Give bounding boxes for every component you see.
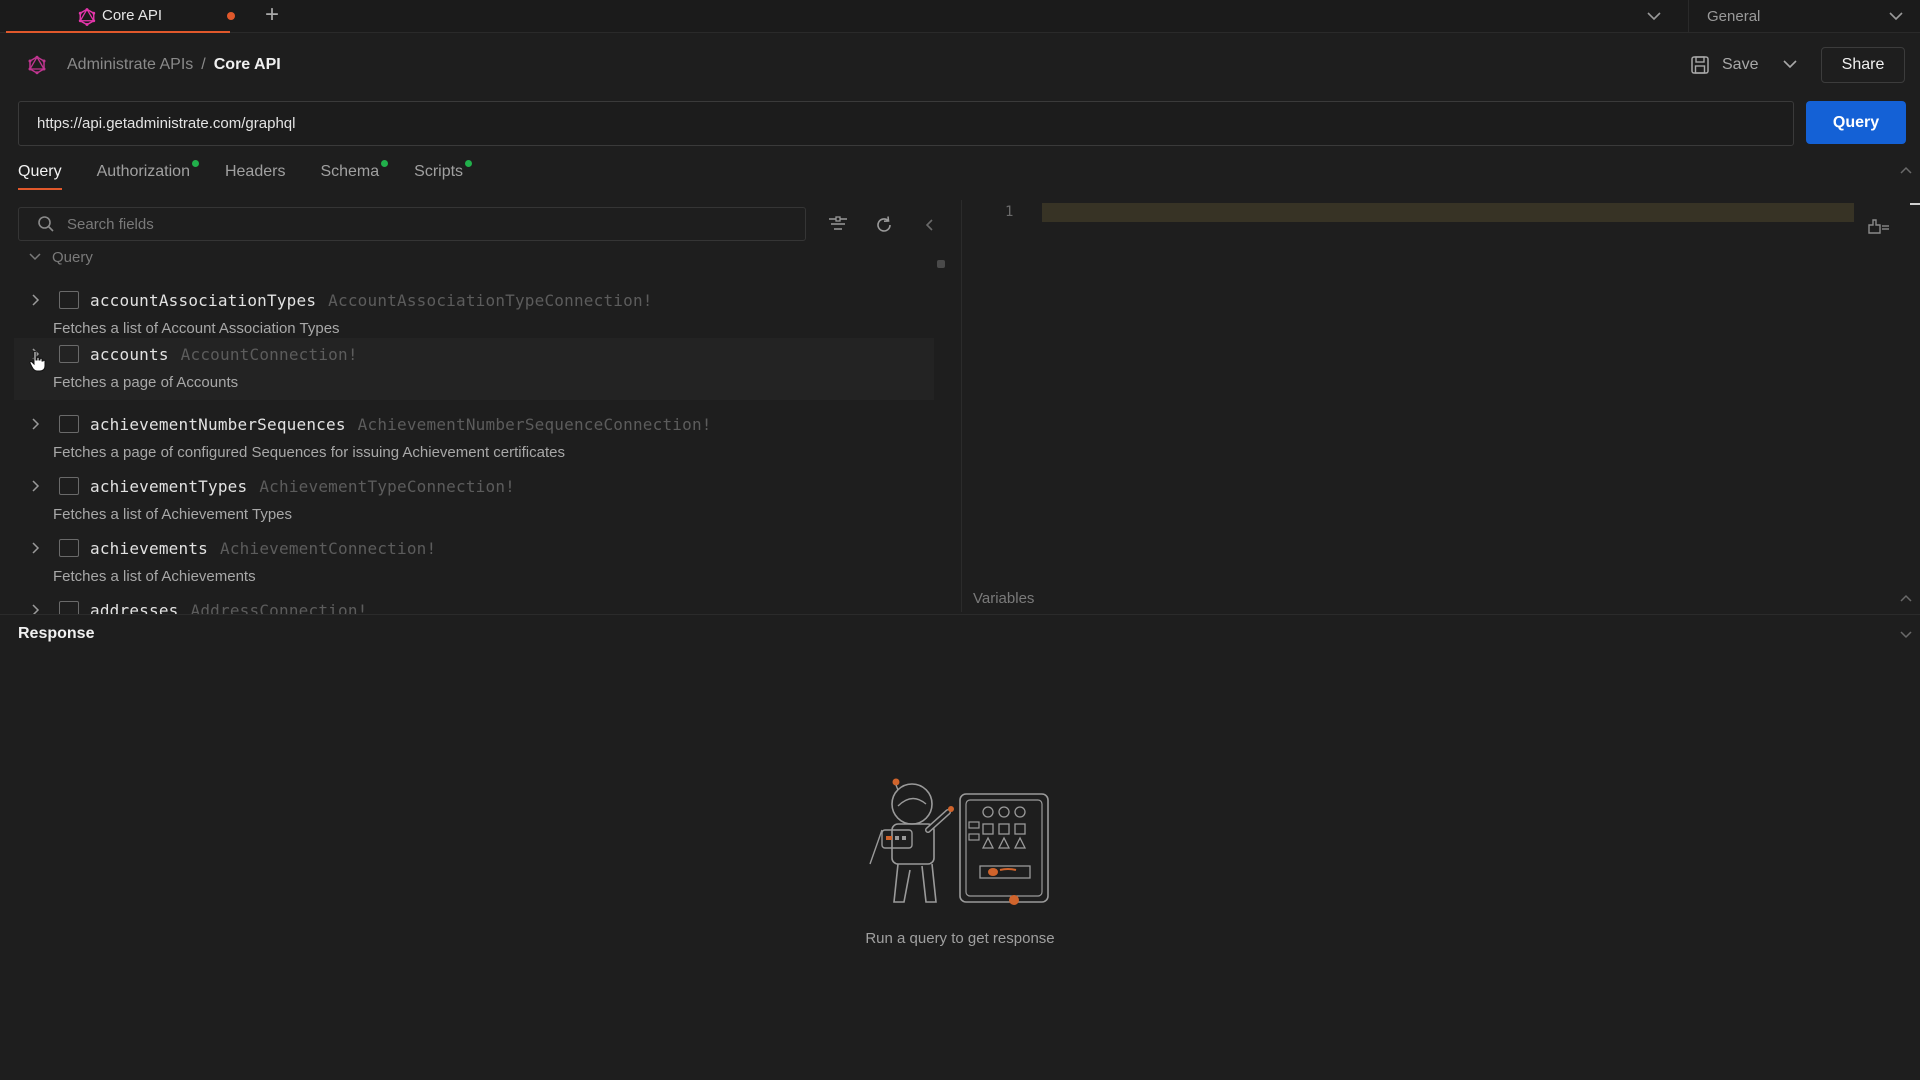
variables-label[interactable]: Variables (973, 590, 1034, 607)
search-input[interactable] (67, 215, 767, 233)
field-type: AchievementTypeConnection! (259, 477, 515, 496)
field-description: Fetches a list of Account Association Ty… (53, 320, 340, 337)
url-bar[interactable] (18, 101, 1794, 146)
chevron-right-icon[interactable] (30, 479, 42, 493)
breadcrumb-row: Administrate APIs / Core API Save Share (0, 44, 1920, 86)
field-item[interactable]: achievements AchievementConnection! Fetch… (0, 532, 935, 594)
environment-label: General (1707, 8, 1761, 25)
tab-bar: Core API + General (0, 0, 1920, 33)
share-button[interactable]: Share (1821, 47, 1905, 83)
refresh-icon[interactable] (873, 214, 895, 236)
chevron-down-icon (1889, 12, 1903, 21)
tab-label: Query (18, 163, 62, 180)
hand-cursor-icon (29, 350, 46, 372)
field-checkbox[interactable] (59, 477, 79, 495)
search-icon (38, 216, 54, 232)
tab-core-api[interactable]: Core API (6, 0, 235, 33)
field-type: AddressConnection! (190, 601, 368, 614)
field-type: AccountAssociationTypeConnection! (328, 291, 653, 310)
field-checkbox[interactable] (59, 539, 79, 557)
field-item[interactable]: achievementNumberSequences AchievementNum… (0, 408, 935, 470)
tab-scripts[interactable]: Scripts (414, 160, 473, 190)
field-item[interactable]: achievementTypes AchievementTypeConnectio… (0, 470, 935, 532)
tab-label: Authorization (96, 163, 190, 180)
tab-label: Scripts (414, 163, 464, 180)
field-description: Fetches a page of configured Sequences f… (53, 444, 565, 461)
field-checkbox[interactable] (59, 345, 79, 363)
url-input[interactable] (19, 102, 1793, 145)
tab-label: Schema (320, 163, 380, 180)
field-description: Fetches a page of Accounts (53, 374, 239, 391)
chevron-left-icon[interactable] (918, 214, 940, 236)
field-checkbox[interactable] (59, 415, 79, 433)
graphql-icon (78, 8, 96, 26)
field-description: Fetches a list of Achievements (53, 568, 256, 585)
chevron-right-icon[interactable] (30, 541, 42, 555)
breadcrumb-separator: / (201, 56, 206, 73)
save-label: Save (1722, 56, 1759, 73)
section-label: Query (52, 248, 93, 266)
response-header: Response (0, 614, 1920, 652)
graphql-icon (28, 55, 46, 75)
status-dot (465, 160, 473, 167)
search-fields[interactable] (18, 207, 806, 241)
scrollbar[interactable] (937, 260, 945, 268)
environment-selector[interactable]: General (1688, 0, 1920, 33)
field-checkbox[interactable] (59, 291, 79, 309)
tab-query[interactable]: Query (18, 160, 62, 190)
unsaved-dot (227, 12, 235, 20)
field-name: accountAssociationTypes AccountAssociatio… (90, 291, 653, 310)
field-name: addresses AddressConnection! (90, 601, 368, 614)
new-tab-button[interactable]: + (260, 3, 284, 28)
save-icon (1691, 56, 1709, 74)
chevron-right-icon[interactable] (30, 293, 42, 307)
chevron-up-icon[interactable] (1898, 592, 1914, 604)
section-header-query[interactable]: Query (28, 248, 93, 266)
prettify-icon[interactable] (1866, 216, 1892, 236)
editor-active-line[interactable] (1042, 203, 1854, 222)
breadcrumb-current: Core API (213, 56, 281, 73)
field-item[interactable]: accountAssociationTypes AccountAssociatio… (0, 284, 935, 346)
tab-schema[interactable]: Schema (320, 160, 389, 190)
tab-headers[interactable]: Headers (225, 160, 285, 190)
status-dot (381, 160, 389, 167)
tab-label: Headers (224, 163, 286, 180)
field-type: AchievementConnection! (220, 539, 437, 558)
filter-icon[interactable] (827, 214, 849, 236)
astronaut-illustration-icon (869, 778, 1049, 905)
field-name: achievements AchievementConnection! (90, 539, 437, 558)
field-name: achievementNumberSequences AchievementNum… (90, 415, 712, 434)
breadcrumb: Administrate APIs / Core API (67, 56, 281, 74)
empty-response-message: Run a query to get response (865, 930, 1055, 947)
chevron-up-icon[interactable] (1898, 164, 1914, 176)
field-item[interactable]: addresses AddressConnection! (0, 594, 935, 614)
field-description: Fetches a list of Achievement Types (53, 506, 293, 523)
field-type: AccountConnection! (180, 345, 358, 364)
save-button[interactable]: Save (1690, 52, 1758, 78)
response-title: Response (18, 625, 95, 642)
status-dot (191, 160, 199, 167)
field-checkbox[interactable] (59, 601, 79, 614)
chevron-down-icon[interactable] (1898, 629, 1914, 641)
line-number: 1 (1005, 204, 1014, 220)
tab-authorization[interactable]: Authorization (96, 160, 199, 190)
field-type: AchievementNumberSequenceConnection! (357, 415, 712, 434)
chevron-down-icon (29, 253, 41, 261)
field-name: accounts AccountConnection! (90, 345, 358, 364)
chevron-down-icon[interactable] (1780, 56, 1800, 72)
chevron-right-icon[interactable] (30, 417, 42, 431)
panel-divider[interactable] (961, 200, 962, 612)
chevron-right-icon[interactable] (30, 603, 42, 614)
tab-title: Core API (102, 7, 163, 24)
send-query-button[interactable]: Query (1806, 101, 1906, 144)
request-tabs: Query Authorization Headers Schema Scrip… (18, 160, 498, 192)
editor-caret (1910, 203, 1920, 205)
breadcrumb-parent[interactable]: Administrate APIs (67, 56, 193, 73)
field-item[interactable]: accounts AccountConnection! Fetches a pag… (14, 338, 934, 400)
field-name: achievementTypes AchievementTypeConnectio… (90, 477, 515, 496)
chevron-down-icon[interactable] (1642, 6, 1666, 26)
